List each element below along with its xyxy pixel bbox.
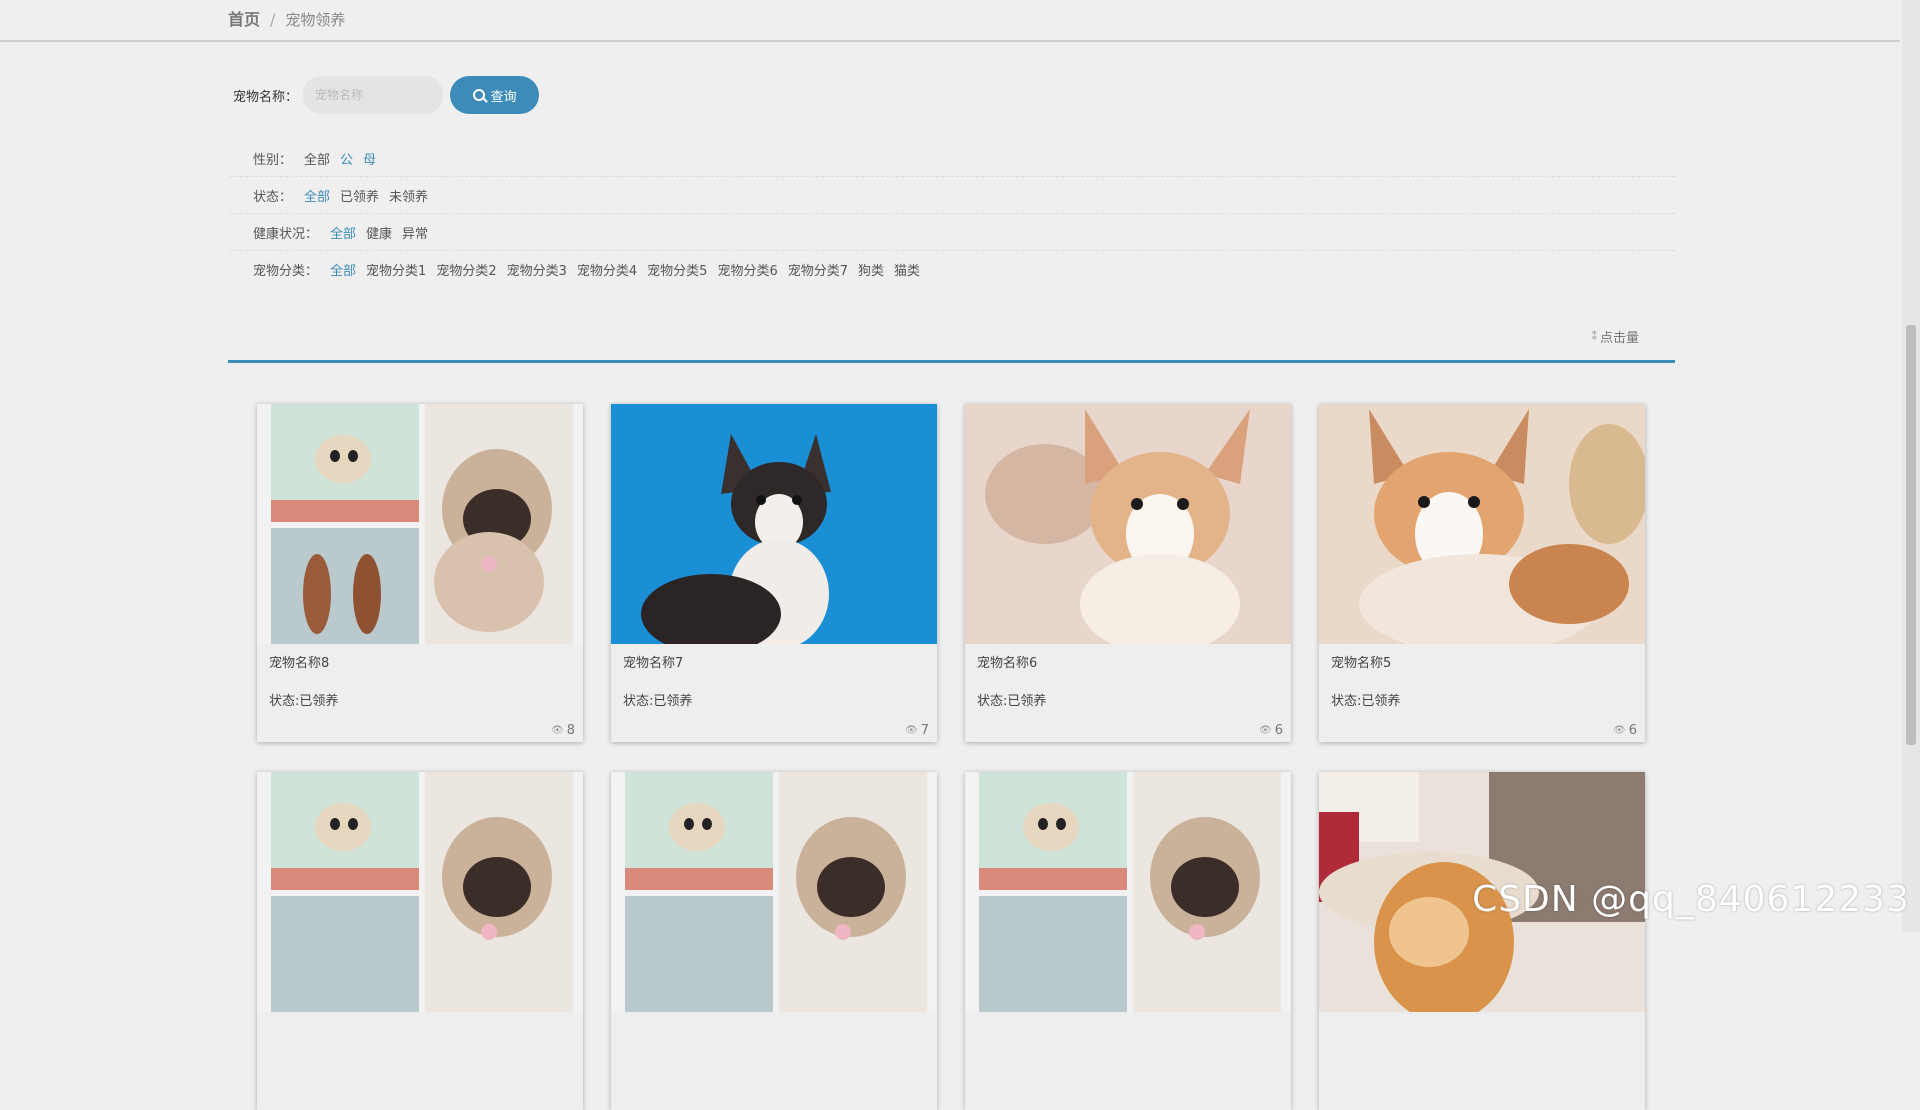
view-count: 👁 6 bbox=[1613, 723, 1637, 738]
pet-card[interactable]: 宠物名称7 状态:已领养 👁 7 bbox=[611, 404, 937, 742]
pet-photo bbox=[611, 404, 937, 644]
pet-card[interactable] bbox=[965, 772, 1291, 1110]
page-scrollbar[interactable] bbox=[1902, 0, 1920, 932]
category-filter-title: 宠物分类： bbox=[253, 263, 319, 279]
category-option-all[interactable]: 全部 bbox=[330, 260, 356, 279]
pet-photo bbox=[1319, 404, 1645, 644]
pet-name: 宠物名称5 bbox=[1331, 656, 1392, 671]
view-count-value: 6 bbox=[1274, 723, 1283, 738]
pet-card[interactable]: 宠物名称6 状态:已领养 👁 6 bbox=[965, 404, 1291, 742]
sort-by-clicks-button[interactable]: ⁑ 点击量 bbox=[1591, 327, 1639, 346]
pet-card[interactable]: 宠物名称5 状态:已领养 👁 6 bbox=[1319, 404, 1645, 742]
status-filter-title: 状态： bbox=[253, 189, 293, 205]
gender-filter-row: 性别： 全部 公 母 bbox=[230, 140, 1675, 177]
pet-status: 状态:已领养 bbox=[623, 694, 693, 709]
view-count-value: 8 bbox=[566, 723, 575, 738]
pet-photo-collage bbox=[257, 772, 583, 1012]
view-count: 👁 6 bbox=[1259, 723, 1283, 738]
view-count-value: 7 bbox=[920, 723, 929, 738]
health-option-all[interactable]: 全部 bbox=[330, 223, 356, 242]
watermark: CSDN @qq_840612233 bbox=[1472, 879, 1910, 920]
gender-option-female[interactable]: 母 bbox=[363, 149, 376, 168]
pet-status: 状态:已领养 bbox=[269, 694, 339, 709]
eye-icon: 👁 bbox=[1613, 725, 1626, 736]
query-button[interactable]: 查询 bbox=[450, 76, 540, 114]
pet-status: 状态:已领养 bbox=[1331, 694, 1401, 709]
pet-name: 宠物名称8 bbox=[269, 656, 330, 671]
pet-card[interactable] bbox=[1319, 772, 1645, 1110]
pet-status: 状态:已领养 bbox=[977, 694, 1047, 709]
category-filter-row: 宠物分类： 全部 宠物分类1 宠物分类2 宠物分类3 宠物分类4 宠物分类5 宠… bbox=[230, 251, 1675, 287]
pet-name: 宠物名称7 bbox=[623, 656, 684, 671]
category-option-3[interactable]: 宠物分类3 bbox=[507, 260, 567, 279]
pet-photo-collage bbox=[257, 404, 583, 644]
gender-option-male[interactable]: 公 bbox=[340, 149, 353, 168]
sort-by-clicks-label: 点击量 bbox=[1599, 331, 1639, 346]
health-option-abnormal[interactable]: 异常 bbox=[402, 223, 428, 242]
category-option-6[interactable]: 宠物分类6 bbox=[717, 260, 777, 279]
pet-photo-collage bbox=[611, 772, 937, 1012]
breadcrumb-home-link[interactable]: 首页 bbox=[228, 10, 260, 29]
category-option-1[interactable]: 宠物分类1 bbox=[366, 260, 426, 279]
search-row: 宠物名称： 查询 bbox=[233, 76, 540, 114]
sort-bar: ⁑ 点击量 bbox=[228, 318, 1675, 363]
eye-icon: 👁 bbox=[551, 725, 564, 736]
filter-panel: 性别： 全部 公 母 状态： 全部 已领养 未领养 健康状况： 全部 健康 异常… bbox=[230, 140, 1675, 287]
eye-icon: 👁 bbox=[905, 725, 918, 736]
breadcrumb-current: 宠物领养 bbox=[285, 11, 346, 29]
gender-option-all[interactable]: 全部 bbox=[304, 149, 330, 168]
category-option-cats[interactable]: 猫类 bbox=[894, 260, 920, 279]
category-option-dogs[interactable]: 狗类 bbox=[858, 260, 884, 279]
breadcrumb: 首页 / 宠物领养 bbox=[228, 6, 345, 30]
category-option-4[interactable]: 宠物分类4 bbox=[577, 260, 637, 279]
pet-photo bbox=[965, 404, 1291, 644]
status-filter-row: 状态： 全部 已领养 未领养 bbox=[230, 177, 1675, 214]
status-option-not-adopted[interactable]: 未领养 bbox=[389, 186, 428, 205]
gender-filter-title: 性别： bbox=[253, 152, 293, 168]
pet-photo-collage bbox=[965, 772, 1291, 1012]
pet-card[interactable] bbox=[611, 772, 937, 1110]
search-icon bbox=[472, 89, 485, 101]
category-option-7[interactable]: 宠物分类7 bbox=[788, 260, 848, 279]
health-filter-row: 健康状况： 全部 健康 异常 bbox=[230, 214, 1675, 251]
top-bar: 首页 / 宠物领养 bbox=[0, 0, 1900, 42]
pet-name-search-input[interactable] bbox=[303, 76, 444, 114]
status-option-adopted[interactable]: 已领养 bbox=[340, 186, 379, 205]
pet-card[interactable]: 宠物名称8 状态:已领养 👁 8 bbox=[257, 404, 583, 742]
health-filter-title: 健康状况： bbox=[253, 226, 319, 242]
breadcrumb-separator: / bbox=[270, 10, 276, 29]
eye-icon: 👁 bbox=[1259, 725, 1272, 736]
health-option-healthy[interactable]: 健康 bbox=[366, 223, 392, 242]
scrollbar-thumb[interactable] bbox=[1906, 325, 1916, 745]
status-option-all[interactable]: 全部 bbox=[304, 186, 330, 205]
view-count: 👁 8 bbox=[551, 723, 575, 738]
category-option-5[interactable]: 宠物分类5 bbox=[647, 260, 707, 279]
pet-name-label: 宠物名称： bbox=[233, 89, 299, 105]
pet-card[interactable] bbox=[257, 772, 583, 1110]
sort-icon: ⁑ bbox=[1591, 330, 1597, 343]
query-button-label: 查询 bbox=[490, 88, 517, 104]
category-option-2[interactable]: 宠物分类2 bbox=[436, 260, 496, 279]
view-count-value: 6 bbox=[1628, 723, 1637, 738]
view-count: 👁 7 bbox=[905, 723, 929, 738]
pet-name: 宠物名称6 bbox=[977, 656, 1038, 671]
